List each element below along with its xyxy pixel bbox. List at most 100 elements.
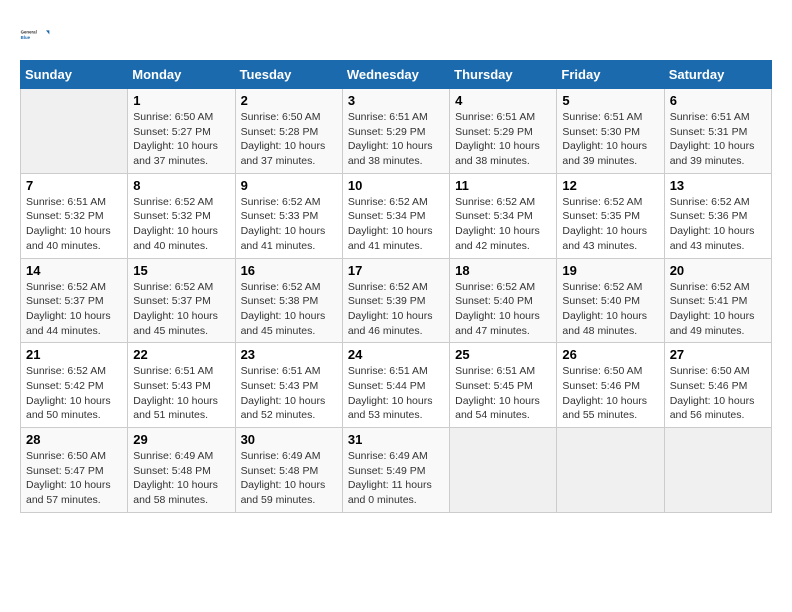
calendar-cell: 19Sunrise: 6:52 AMSunset: 5:40 PMDayligh…	[557, 258, 664, 343]
calendar-cell: 5Sunrise: 6:51 AMSunset: 5:30 PMDaylight…	[557, 89, 664, 174]
cell-text: Sunrise: 6:50 AM	[133, 110, 229, 125]
cell-text: and 46 minutes.	[348, 324, 444, 339]
cell-text: and 47 minutes.	[455, 324, 551, 339]
cell-text: Sunset: 5:41 PM	[670, 294, 766, 309]
calendar-cell: 7Sunrise: 6:51 AMSunset: 5:32 PMDaylight…	[21, 173, 128, 258]
cell-text: Daylight: 10 hours	[562, 224, 658, 239]
cell-text: Sunset: 5:39 PM	[348, 294, 444, 309]
cell-text: and 0 minutes.	[348, 493, 444, 508]
cell-text: Sunrise: 6:51 AM	[455, 364, 551, 379]
calendar-cell: 15Sunrise: 6:52 AMSunset: 5:37 PMDayligh…	[128, 258, 235, 343]
cell-text: Sunrise: 6:49 AM	[241, 449, 337, 464]
cell-text: and 38 minutes.	[348, 154, 444, 169]
day-number: 3	[348, 93, 444, 108]
cell-text: Sunrise: 6:50 AM	[241, 110, 337, 125]
cell-text: Sunrise: 6:52 AM	[241, 280, 337, 295]
cell-text: Daylight: 10 hours	[455, 309, 551, 324]
cell-text: Sunset: 5:47 PM	[26, 464, 122, 479]
calendar-week: 21Sunrise: 6:52 AMSunset: 5:42 PMDayligh…	[21, 343, 772, 428]
calendar-cell: 25Sunrise: 6:51 AMSunset: 5:45 PMDayligh…	[450, 343, 557, 428]
header-day: Wednesday	[342, 61, 449, 89]
cell-text: Sunrise: 6:51 AM	[670, 110, 766, 125]
day-number: 5	[562, 93, 658, 108]
cell-text: Sunrise: 6:51 AM	[455, 110, 551, 125]
cell-text: and 40 minutes.	[26, 239, 122, 254]
cell-text: Daylight: 10 hours	[133, 309, 229, 324]
cell-text: and 43 minutes.	[562, 239, 658, 254]
cell-text: Daylight: 10 hours	[133, 139, 229, 154]
cell-text: Sunset: 5:32 PM	[26, 209, 122, 224]
day-number: 22	[133, 347, 229, 362]
calendar-cell: 17Sunrise: 6:52 AMSunset: 5:39 PMDayligh…	[342, 258, 449, 343]
cell-text: Sunrise: 6:50 AM	[562, 364, 658, 379]
cell-text: Sunrise: 6:52 AM	[455, 195, 551, 210]
cell-text: Daylight: 10 hours	[348, 394, 444, 409]
cell-text: Sunset: 5:43 PM	[241, 379, 337, 394]
day-number: 25	[455, 347, 551, 362]
cell-text: Sunset: 5:33 PM	[241, 209, 337, 224]
cell-text: Daylight: 10 hours	[241, 139, 337, 154]
cell-text: and 45 minutes.	[133, 324, 229, 339]
calendar-cell: 12Sunrise: 6:52 AMSunset: 5:35 PMDayligh…	[557, 173, 664, 258]
cell-text: and 42 minutes.	[455, 239, 551, 254]
calendar-week: 7Sunrise: 6:51 AMSunset: 5:32 PMDaylight…	[21, 173, 772, 258]
header-day: Thursday	[450, 61, 557, 89]
day-number: 13	[670, 178, 766, 193]
header-day: Saturday	[664, 61, 771, 89]
calendar-cell: 21Sunrise: 6:52 AMSunset: 5:42 PMDayligh…	[21, 343, 128, 428]
cell-text: and 53 minutes.	[348, 408, 444, 423]
cell-text: and 37 minutes.	[241, 154, 337, 169]
calendar-cell: 22Sunrise: 6:51 AMSunset: 5:43 PMDayligh…	[128, 343, 235, 428]
calendar-cell: 31Sunrise: 6:49 AMSunset: 5:49 PMDayligh…	[342, 428, 449, 513]
header-day: Monday	[128, 61, 235, 89]
cell-text: Daylight: 10 hours	[455, 394, 551, 409]
cell-text: Sunset: 5:37 PM	[133, 294, 229, 309]
cell-text: Sunrise: 6:51 AM	[26, 195, 122, 210]
cell-text: Sunrise: 6:52 AM	[562, 280, 658, 295]
cell-text: Sunset: 5:34 PM	[455, 209, 551, 224]
day-number: 6	[670, 93, 766, 108]
cell-text: Daylight: 10 hours	[133, 394, 229, 409]
calendar-cell	[664, 428, 771, 513]
cell-text: Sunset: 5:40 PM	[562, 294, 658, 309]
cell-text: Sunrise: 6:51 AM	[348, 364, 444, 379]
calendar-cell: 29Sunrise: 6:49 AMSunset: 5:48 PMDayligh…	[128, 428, 235, 513]
calendar-cell: 30Sunrise: 6:49 AMSunset: 5:48 PMDayligh…	[235, 428, 342, 513]
cell-text: Sunset: 5:42 PM	[26, 379, 122, 394]
cell-text: Sunrise: 6:52 AM	[670, 280, 766, 295]
calendar-cell: 10Sunrise: 6:52 AMSunset: 5:34 PMDayligh…	[342, 173, 449, 258]
calendar-cell: 24Sunrise: 6:51 AMSunset: 5:44 PMDayligh…	[342, 343, 449, 428]
cell-text: Sunset: 5:48 PM	[133, 464, 229, 479]
calendar-cell: 23Sunrise: 6:51 AMSunset: 5:43 PMDayligh…	[235, 343, 342, 428]
cell-text: Sunrise: 6:51 AM	[348, 110, 444, 125]
cell-text: Daylight: 10 hours	[670, 309, 766, 324]
cell-text: Sunset: 5:46 PM	[670, 379, 766, 394]
cell-text: Daylight: 10 hours	[133, 478, 229, 493]
calendar-cell: 1Sunrise: 6:50 AMSunset: 5:27 PMDaylight…	[128, 89, 235, 174]
cell-text: and 38 minutes.	[455, 154, 551, 169]
cell-text: and 40 minutes.	[133, 239, 229, 254]
calendar-cell: 8Sunrise: 6:52 AMSunset: 5:32 PMDaylight…	[128, 173, 235, 258]
cell-text: Sunrise: 6:52 AM	[133, 280, 229, 295]
cell-text: Sunrise: 6:51 AM	[562, 110, 658, 125]
calendar-cell	[557, 428, 664, 513]
calendar-cell	[21, 89, 128, 174]
cell-text: Sunset: 5:34 PM	[348, 209, 444, 224]
calendar-cell: 20Sunrise: 6:52 AMSunset: 5:41 PMDayligh…	[664, 258, 771, 343]
cell-text: Daylight: 10 hours	[26, 309, 122, 324]
cell-text: Sunset: 5:31 PM	[670, 125, 766, 140]
calendar-cell: 11 Sunrise: 6:52 AMSunset: 5:34 PMDayligh…	[450, 173, 557, 258]
cell-text: and 51 minutes.	[133, 408, 229, 423]
cell-text: and 43 minutes.	[670, 239, 766, 254]
cell-text: Sunset: 5:32 PM	[133, 209, 229, 224]
cell-text: and 48 minutes.	[562, 324, 658, 339]
day-number: 26	[562, 347, 658, 362]
cell-text: Daylight: 10 hours	[455, 224, 551, 239]
day-number: 14	[26, 263, 122, 278]
day-number: 11	[455, 178, 551, 193]
calendar-cell: 26Sunrise: 6:50 AMSunset: 5:46 PMDayligh…	[557, 343, 664, 428]
cell-text: Daylight: 10 hours	[670, 139, 766, 154]
cell-text: Sunset: 5:44 PM	[348, 379, 444, 394]
cell-text: Sunset: 5:46 PM	[562, 379, 658, 394]
day-number: 16	[241, 263, 337, 278]
